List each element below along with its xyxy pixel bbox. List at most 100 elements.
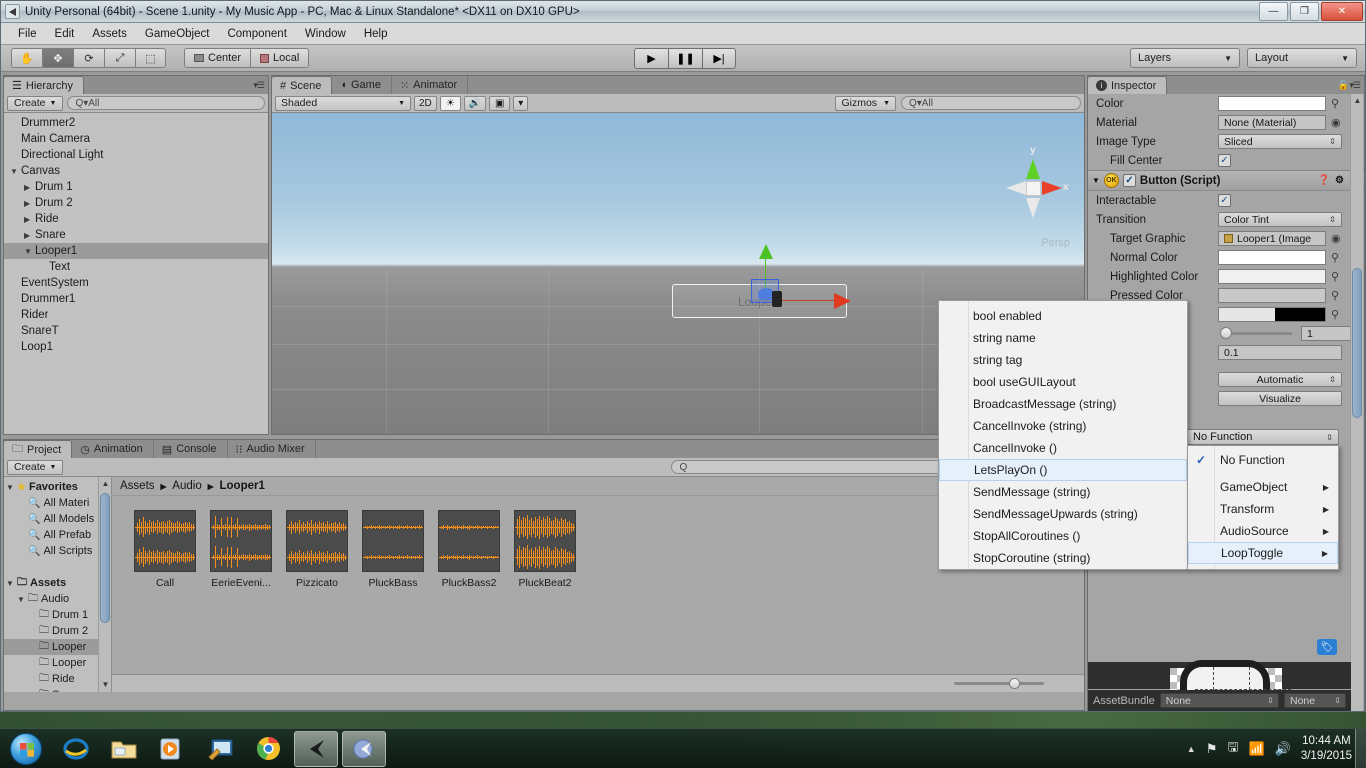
hierarchy-item[interactable]: ▶ Drum 1 <box>4 179 268 195</box>
toggle-2d-button[interactable]: 2D <box>414 95 437 111</box>
slider-knob[interactable] <box>1220 327 1232 339</box>
navigation-dropdown[interactable]: Automatic ⇳ <box>1218 372 1342 387</box>
button-script-header[interactable]: ▼ OK ✓ Button (Script) ❓ ⚙ <box>1088 170 1364 191</box>
foldout-closed-icon[interactable]: ▶ <box>24 183 35 192</box>
eyedropper-icon[interactable]: ⚲ <box>1331 251 1339 264</box>
hierarchy-list[interactable]: Drummer2 Main Camera Directional Light ▼ Can… <box>4 113 268 434</box>
hierarchy-item[interactable]: Text <box>4 259 268 275</box>
menu-edit[interactable]: Edit <box>46 25 84 43</box>
rotate-tool-icon[interactable]: ⟳ <box>73 48 104 68</box>
tab-console[interactable]: ▤ Console <box>153 440 228 458</box>
image-type-dropdown[interactable]: Sliced ⇳ <box>1218 134 1342 149</box>
foldout-closed-icon[interactable]: ▶ <box>24 199 35 208</box>
foldout-open-icon[interactable]: ▼ <box>10 167 21 176</box>
show-desktop-button[interactable] <box>1355 729 1366 768</box>
target-menu-item[interactable]: Transform ▶ <box>1188 498 1338 520</box>
eyedropper-icon[interactable]: ⚲ <box>1331 289 1339 302</box>
paint-icon[interactable] <box>198 731 242 767</box>
project-tree-item[interactable]: 🔍 All Materi <box>4 495 111 511</box>
scale-tool-icon[interactable]: ⤢ <box>104 48 135 68</box>
highlighted-color-field[interactable] <box>1218 269 1326 284</box>
file-explorer-icon[interactable] <box>102 731 146 767</box>
tab-game[interactable]: ◖ Game <box>332 76 392 94</box>
clock[interactable]: 10:44 AM 3/19/2015 <box>1301 734 1352 764</box>
project-tree-item[interactable]: 🔍 All Models <box>4 511 111 527</box>
hierarchy-search-input[interactable]: Q▾All <box>67 96 265 110</box>
breadcrumb-assets[interactable]: Assets <box>120 480 155 492</box>
normal-color-field[interactable] <box>1218 250 1326 265</box>
orientation-y-cone-icon[interactable] <box>1026 159 1040 179</box>
orientation-negx-cone-icon[interactable] <box>1006 181 1026 195</box>
devices-icon[interactable]: 🖫 <box>1227 738 1238 760</box>
disabled-color-field[interactable] <box>1218 307 1326 322</box>
tab-scene[interactable]: # Scene <box>271 76 333 94</box>
hierarchy-item[interactable]: SnareT <box>4 323 268 339</box>
foldout-open-icon[interactable]: ▼ <box>17 595 28 604</box>
media-player-icon[interactable] <box>150 731 194 767</box>
color-multiplier-input[interactable]: 1 <box>1301 326 1353 341</box>
material-field[interactable]: None (Material) <box>1218 115 1326 130</box>
step-button[interactable]: ▶| <box>702 47 736 69</box>
asset-item[interactable]: PluckBass <box>362 510 424 589</box>
scene-fx-dropdown-icon[interactable]: ▾ <box>513 95 529 111</box>
scene-fx-icon[interactable]: ▣ <box>489 95 511 111</box>
orientation-negy-cone-icon[interactable] <box>1026 198 1040 218</box>
function-menu-item[interactable]: CancelInvoke () <box>939 437 1187 459</box>
slider-knob[interactable] <box>1009 678 1020 689</box>
function-menu-item[interactable]: SendMessageUpwards (string) <box>939 503 1187 525</box>
function-menu-item[interactable]: string name <box>939 327 1187 349</box>
hierarchy-item[interactable]: Directional Light <box>4 147 268 163</box>
pivot-center-button[interactable]: Center <box>184 48 251 68</box>
hierarchy-item[interactable]: ▶ Snare <box>4 227 268 243</box>
tab-audio-mixer[interactable]: ⁝⁝ Audio Mixer <box>227 440 316 458</box>
eyedropper-icon[interactable]: ⚲ <box>1331 308 1339 321</box>
project-tree[interactable]: ▼ ★ Favorites 🔍 All Materi 🔍 All Models 🔍 All Pr… <box>4 477 112 692</box>
color-field[interactable] <box>1218 96 1326 111</box>
foldout-closed-icon[interactable]: ▶ <box>24 215 35 224</box>
project-tree-item[interactable]: ▼ ★ Favorites <box>4 479 111 495</box>
asset-item[interactable]: EerieEveni... <box>210 510 272 589</box>
tab-project[interactable]: 🗀 Project <box>3 440 73 458</box>
move-gizmo-x-axis-icon[interactable] <box>834 293 851 309</box>
target-menu-item[interactable]: GameObject ▶ <box>1188 476 1338 498</box>
scene-audio-icon[interactable]: 🔊 <box>463 95 487 111</box>
project-tree-item[interactable]: 🗀Snare <box>4 687 111 693</box>
button-script-enabled-checkbox[interactable]: ✓ <box>1122 174 1136 187</box>
scene-search-input[interactable]: Q▾All <box>901 96 1081 110</box>
project-tree-item[interactable]: 🗀 Ride <box>4 671 111 687</box>
scrollbar-thumb[interactable] <box>1352 268 1362 418</box>
action-center-icon[interactable]: ⚑ <box>1206 741 1218 757</box>
play-button[interactable]: ▶ <box>634 47 668 69</box>
layers-dropdown[interactable]: Layers ▼ <box>1130 48 1240 68</box>
asset-item[interactable]: Pizzicato <box>286 510 348 589</box>
tab-inspector[interactable]: i Inspector <box>1087 76 1168 94</box>
scene-orientation-gizmo[interactable]: y x <box>990 145 1076 231</box>
hierarchy-item[interactable]: ▶ Drum 2 <box>4 195 268 211</box>
asset-item[interactable]: PluckBass2 <box>438 510 500 589</box>
target-menu-item[interactable]: AudioSource ▶ <box>1188 520 1338 542</box>
function-menu-item[interactable]: string tag <box>939 349 1187 371</box>
move-gizmo-x-grip[interactable] <box>772 291 782 307</box>
menu-gameobject[interactable]: GameObject <box>136 25 219 43</box>
orientation-x-cone-icon[interactable] <box>1042 181 1062 195</box>
pressed-color-field[interactable] <box>1218 288 1326 303</box>
eyedropper-icon[interactable]: ⚲ <box>1331 97 1339 110</box>
monodevelop-icon[interactable] <box>342 730 386 767</box>
hierarchy-item[interactable]: ▼ Looper1 <box>4 243 268 259</box>
onclick-function-dropdown[interactable]: No Function ⇳ <box>1187 429 1339 445</box>
move-gizmo-y-axis-icon[interactable] <box>759 244 773 259</box>
hierarchy-item[interactable]: Rider <box>4 307 268 323</box>
close-button[interactable]: ✕ <box>1321 2 1363 21</box>
target-menu-item[interactable]: LoopToggle ▶ <box>1188 542 1338 564</box>
menu-component[interactable]: Component <box>218 25 295 43</box>
internet-explorer-icon[interactable] <box>54 731 98 767</box>
project-tree-item[interactable]: 🔍 All Prefab <box>4 527 111 543</box>
scroll-up-icon[interactable]: ▲ <box>1353 96 1362 106</box>
foldout-closed-icon[interactable]: ▶ <box>24 231 35 240</box>
menu-window[interactable]: Window <box>296 25 355 43</box>
tab-animation[interactable]: ◷ Animation <box>72 440 154 458</box>
scroll-down-icon[interactable]: ▼ <box>101 680 110 690</box>
pause-button[interactable]: ❚❚ <box>668 47 702 69</box>
scroll-up-icon[interactable]: ▲ <box>101 479 110 489</box>
project-tree-item[interactable]: 🗀 Looper <box>4 655 111 671</box>
